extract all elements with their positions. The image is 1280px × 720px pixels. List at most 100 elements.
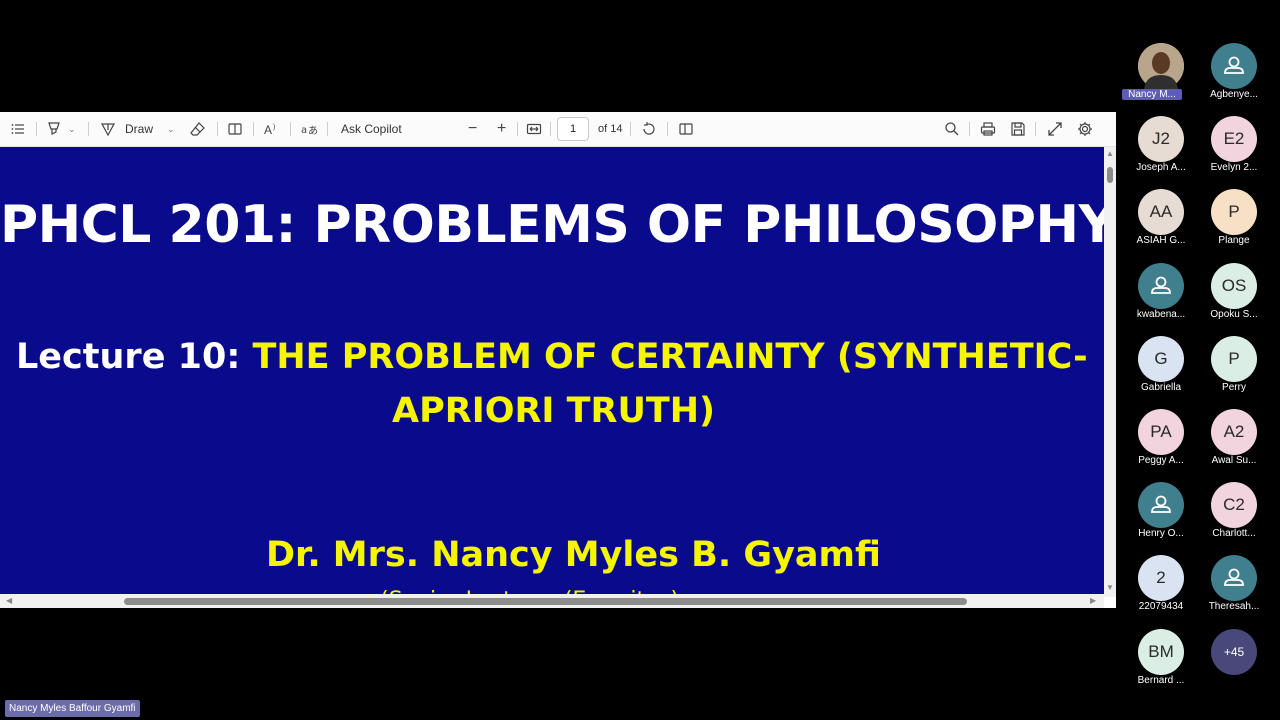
read-aloud-button[interactable]: A) [263,112,281,146]
avatar-initials: BM [1138,628,1184,675]
pdf-toolbar: ⌄ Draw ⌄ A) aあ Ask Copilot − + 1 of 14 [0,112,1116,147]
avatar-initials: P [1211,189,1257,236]
horizontal-scrollbar[interactable]: ◀ ▶ [0,594,1104,608]
participant-name: Nancy M... [1122,89,1182,100]
save-icon [1011,122,1025,136]
two-page-icon [679,123,693,135]
rotate-button[interactable] [641,112,657,146]
fit-width-icon [526,123,542,135]
participant-tile[interactable]: 2 22079434 [1130,555,1192,621]
avatar-initials: E2 [1211,116,1257,163]
participant-name: Bernard ... [1137,674,1185,686]
participant-tile[interactable]: Agbenye... [1203,43,1265,109]
horizontal-scroll-thumb[interactable] [124,598,967,605]
participant-name: Perry [1222,381,1246,393]
participant-name: Awal Su... [1211,455,1257,466]
participant-tile[interactable]: kwabena... [1130,262,1192,329]
lecture-number: Lecture 10: [16,337,253,377]
avatar-initials: J2 [1138,116,1184,163]
participant-name: Charlott... [1212,528,1256,540]
two-page-view-button[interactable] [678,112,694,146]
page-view-button[interactable] [227,112,243,146]
print-button[interactable] [980,112,996,146]
scroll-right-icon[interactable]: ▶ [1090,596,1096,605]
avatar-initials: G [1138,335,1184,382]
slide-title: PHCL 201: PROBLEMS OF PHILOSOPHY [0,195,1104,255]
participant-tile[interactable]: G Gabriella [1130,335,1192,402]
scroll-up-icon[interactable]: ▲ [1106,149,1114,158]
read-aloud-icon: A) [264,123,275,137]
svg-text:A: A [264,123,272,137]
participant-name: Evelyn 2... [1210,162,1258,174]
page-view-icon [228,123,242,135]
presenter-name: Dr. Mrs. Nancy Myles B. Gyamfi [266,535,881,575]
save-button[interactable] [1010,112,1026,146]
participant-tile[interactable]: E2 Evelyn 2... [1203,116,1265,182]
page-number-input[interactable]: 1 [557,117,589,141]
participant-tile[interactable]: J2 Joseph A... [1130,116,1192,182]
draw-button[interactable]: Draw ⌄ [100,112,175,146]
page-total: of 14 [598,123,623,135]
settings-button[interactable] [1077,112,1093,146]
participant-tile[interactable]: Nancy M... [1122,43,1192,109]
person-icon [1211,555,1257,602]
vertical-scrollbar[interactable]: ▲ ▼ [1104,147,1116,597]
chevron-down-icon: ⌄ [68,123,76,134]
draw-icon [100,123,116,137]
plus-icon: + [497,120,507,137]
presenter-name-tag: Nancy Myles Baffour Gyamfi [5,700,140,717]
participant-tile[interactable]: A2 Awal Su... [1203,409,1265,475]
ask-copilot-label: Ask Copilot [341,122,402,136]
participant-tile[interactable]: C2 Charlott... [1203,482,1265,548]
scroll-left-icon[interactable]: ◀ [6,596,12,605]
participant-tile[interactable]: Theresah... [1203,555,1265,621]
chevron-down-icon: ⌄ [167,123,175,134]
draw-label: Draw [125,122,154,136]
scroll-down-icon[interactable]: ▼ [1106,583,1114,592]
eraser-icon [190,122,205,136]
person-icon [1138,482,1184,529]
avatar-initials: PA [1138,409,1184,455]
participant-name: Agbenye... [1210,89,1258,100]
avatar-initials: OS [1211,262,1257,309]
more-participants-button[interactable]: +45 [1203,628,1265,695]
participant-tile[interactable]: P Perry [1203,335,1265,402]
highlight-button[interactable]: ⌄ [46,112,76,146]
zoom-in-button[interactable]: + [497,112,506,146]
participant-tile[interactable]: P Plange [1203,189,1265,255]
expand-icon [1048,122,1062,136]
highlighter-icon [48,122,60,135]
fit-width-button[interactable] [526,112,542,146]
participant-tile[interactable]: BM Bernard ... [1130,628,1192,695]
participant-tile[interactable]: PA Peggy A... [1130,409,1192,475]
participant-name: Plange [1218,235,1250,247]
participant-name: Peggy A... [1138,455,1184,466]
participant-tile[interactable]: OS Opoku S... [1203,262,1265,329]
ask-copilot-button[interactable]: Ask Copilot [341,112,402,146]
participant-name: Gabriella [1140,381,1182,393]
participant-tile[interactable]: AA ASIAH G... [1130,189,1192,255]
person-icon [1138,262,1184,309]
search-icon [945,122,959,136]
gear-icon [1078,122,1092,136]
zoom-out-button[interactable]: − [468,112,477,146]
participant-tile[interactable]: Henry O... [1130,482,1192,548]
participant-name: 22079434 [1138,601,1184,613]
slide-page: PHCL 201: PROBLEMS OF PHILOSOPHY Lecture… [0,147,1104,597]
search-button[interactable] [944,112,960,146]
more-participants-count: +45 [1211,628,1257,675]
participant-name: kwabena... [1136,308,1186,320]
avatar-initials: 2 [1138,555,1184,602]
participant-name: Theresah... [1208,601,1260,613]
translate-button[interactable]: aあ [300,112,318,146]
person-icon [1211,43,1257,89]
participant-name: ASIAH G... [1136,235,1186,247]
avatar-initials: C2 [1211,482,1257,529]
vertical-scroll-thumb[interactable] [1107,167,1113,183]
avatar-initials: AA [1138,189,1184,236]
contents-icon[interactable] [10,112,26,146]
avatar-initials: A2 [1211,409,1257,455]
lecture-topic-continued: APRIORI TRUTH) [392,391,716,431]
full-screen-button[interactable] [1047,112,1063,146]
erase-button[interactable] [190,112,206,146]
